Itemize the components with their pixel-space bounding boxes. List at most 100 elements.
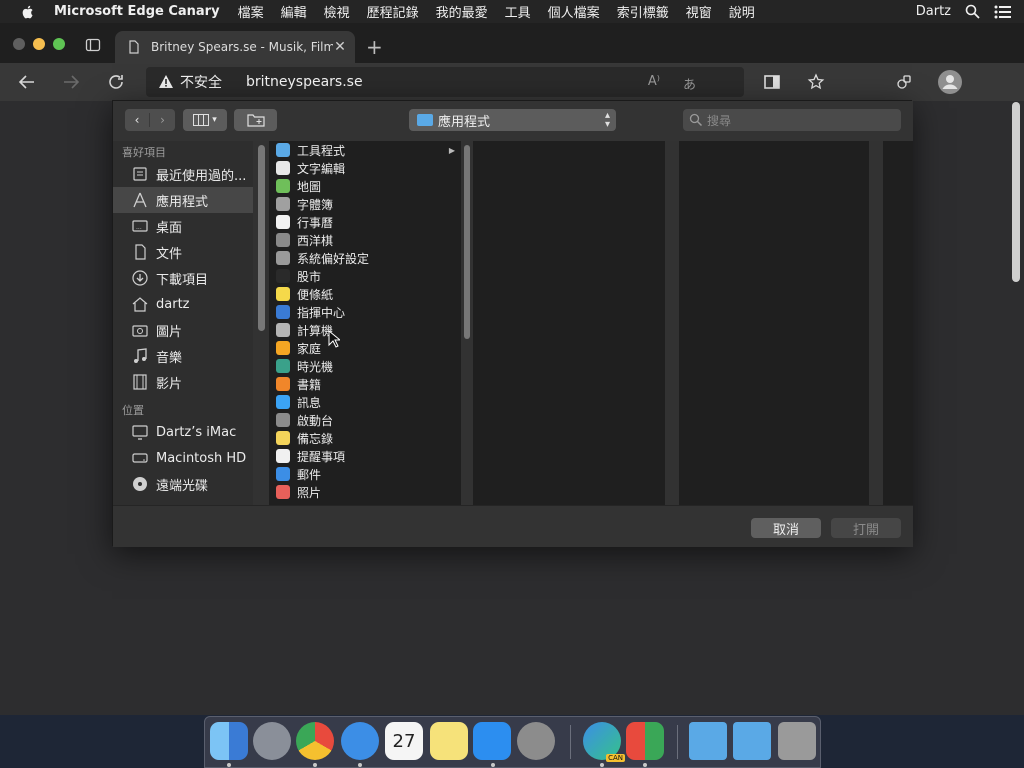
- sidebar-item-pictures[interactable]: 圖片: [113, 317, 253, 343]
- file-list-item[interactable]: 備忘錄: [269, 429, 461, 447]
- app-icon: [276, 359, 290, 373]
- file-list-item[interactable]: 郵件: [269, 465, 461, 483]
- warning-triangle-icon[interactable]: [158, 74, 174, 90]
- security-label[interactable]: 不安全: [180, 72, 222, 92]
- file-list-item[interactable]: 行事曆: [269, 213, 461, 231]
- cancel-button[interactable]: 取消: [751, 518, 821, 538]
- favorites-star-icon[interactable]: [807, 73, 825, 91]
- url-text[interactable]: britneyspears.se: [246, 74, 363, 90]
- dialog-back-icon[interactable]: ‹: [125, 113, 150, 127]
- column-scrollbar[interactable]: [464, 145, 470, 339]
- sidebar-item-music[interactable]: 音樂: [113, 343, 253, 369]
- sidebar-item-macintosh-hd[interactable]: Macintosh HD: [113, 445, 253, 471]
- menu-file[interactable]: 檔案: [238, 2, 264, 21]
- search-field[interactable]: 搜尋: [683, 109, 901, 131]
- spotlight-search-icon[interactable]: [965, 4, 980, 19]
- menu-window[interactable]: 視窗: [686, 2, 712, 21]
- dock: 27 CAN: [204, 716, 821, 768]
- file-list-item[interactable]: 書籍: [269, 375, 461, 393]
- sidebar-item-home[interactable]: dartz: [113, 291, 253, 317]
- downloads-stack-icon[interactable]: [689, 722, 727, 760]
- read-aloud-icon[interactable]: A⁾: [648, 74, 660, 89]
- sidebar-item-downloads[interactable]: 下載項目: [113, 265, 253, 291]
- file-list-item[interactable]: 便條紙: [269, 285, 461, 303]
- view-mode-button[interactable]: ▾: [183, 109, 227, 131]
- dialog-forward-icon[interactable]: ›: [150, 113, 175, 127]
- sidebar-item-documents[interactable]: 文件: [113, 239, 253, 265]
- file-name: 便條紙: [297, 287, 334, 302]
- profile-avatar-icon[interactable]: [938, 70, 962, 94]
- page-scrollbar[interactable]: [1012, 102, 1020, 282]
- file-list-item[interactable]: 系統偏好設定: [269, 249, 461, 267]
- file-list-item[interactable]: 字體簿: [269, 195, 461, 213]
- edge-canary-icon[interactable]: CAN: [583, 722, 625, 762]
- trash-icon[interactable]: [778, 722, 816, 760]
- app-store-icon[interactable]: [473, 722, 511, 760]
- menu-app-name[interactable]: Microsoft Edge Canary: [54, 4, 220, 19]
- disclosure-arrow-icon: ▶: [448, 145, 455, 155]
- system-preferences-icon[interactable]: [517, 722, 555, 760]
- tab-active[interactable]: Britney Spears.se - Musik, Film ✕: [115, 31, 355, 63]
- app-icon: [276, 233, 290, 247]
- sidebar-item-movies[interactable]: 影片: [113, 369, 253, 395]
- sidebar-item-recents[interactable]: 最近使用過的...: [113, 161, 253, 187]
- back-arrow-icon[interactable]: [18, 73, 36, 91]
- file-list-item[interactable]: 文字編輯: [269, 159, 461, 177]
- menu-user[interactable]: Dartz: [916, 4, 951, 19]
- launchpad-icon[interactable]: [253, 722, 291, 760]
- menu-tabs[interactable]: 索引標籤: [617, 2, 669, 21]
- sidebar-item-applications[interactable]: 應用程式: [113, 187, 253, 213]
- file-list-item[interactable]: 時光機: [269, 357, 461, 375]
- new-folder-button[interactable]: [234, 109, 277, 131]
- open-button[interactable]: 打開: [831, 518, 901, 538]
- tab-actions-icon[interactable]: [85, 37, 101, 53]
- forward-arrow-icon[interactable]: [62, 73, 80, 91]
- refresh-icon[interactable]: [107, 73, 125, 91]
- file-name: 時光機: [297, 359, 334, 374]
- apple-icon[interactable]: [20, 4, 36, 20]
- file-list-item[interactable]: 計算機: [269, 321, 461, 339]
- new-tab-icon[interactable]: +: [366, 35, 383, 59]
- address-bar[interactable]: 不安全 britneyspears.se A⁾ あ: [146, 67, 744, 97]
- installer-icon[interactable]: [626, 722, 664, 760]
- notes-icon[interactable]: [430, 722, 468, 760]
- menu-history[interactable]: 歷程記錄: [367, 2, 419, 21]
- safari-icon[interactable]: [341, 722, 379, 760]
- translate-icon[interactable]: あ: [683, 74, 696, 93]
- extensions-icon[interactable]: [895, 73, 913, 91]
- menu-favorites[interactable]: 我的最愛: [436, 2, 488, 21]
- folder-stack-icon[interactable]: [733, 722, 771, 760]
- menu-help[interactable]: 說明: [729, 2, 755, 21]
- sidebar-item-imac[interactable]: Dartz’s iMac: [113, 419, 253, 445]
- file-list-item[interactable]: 工具程式 ▶: [269, 141, 461, 159]
- control-center-icon[interactable]: [994, 5, 1012, 19]
- calendar-icon[interactable]: 27: [385, 722, 423, 760]
- file-list-item[interactable]: 啟動台: [269, 411, 461, 429]
- location-popup[interactable]: 應用程式 ▴ ▾: [409, 109, 616, 131]
- file-list-item[interactable]: 股市: [269, 267, 461, 285]
- split-screen-icon[interactable]: [763, 73, 781, 91]
- menu-profile[interactable]: 個人檔案: [548, 2, 600, 21]
- file-list-item[interactable]: 地圖: [269, 177, 461, 195]
- file-list-item[interactable]: 提醒事項: [269, 447, 461, 465]
- finder-icon[interactable]: [210, 722, 248, 760]
- sidebar-scrollbar[interactable]: [258, 145, 265, 331]
- zoom-window-button[interactable]: [53, 38, 65, 50]
- file-list-item[interactable]: 西洋棋: [269, 231, 461, 249]
- file-list-item[interactable]: 訊息: [269, 393, 461, 411]
- new-folder-icon: [246, 114, 265, 127]
- search-icon: [689, 113, 703, 127]
- close-window-button[interactable]: [13, 38, 25, 50]
- menu-edit[interactable]: 編輯: [281, 2, 307, 21]
- minimize-window-button[interactable]: [33, 38, 45, 50]
- sidebar-item-desktop[interactable]: ... 桌面: [113, 213, 253, 239]
- close-tab-icon[interactable]: ✕: [333, 39, 347, 55]
- menu-view[interactable]: 檢視: [324, 2, 350, 21]
- chrome-icon[interactable]: [296, 722, 334, 760]
- sidebar-item-remote-disc[interactable]: 遠端光碟: [113, 471, 253, 497]
- file-list-item[interactable]: 家庭: [269, 339, 461, 357]
- menu-tools[interactable]: 工具: [505, 2, 531, 21]
- sidebar-item-label: 最近使用過的...: [156, 168, 247, 184]
- file-list-item[interactable]: 指揮中心: [269, 303, 461, 321]
- file-list-item[interactable]: 照片: [269, 483, 461, 501]
